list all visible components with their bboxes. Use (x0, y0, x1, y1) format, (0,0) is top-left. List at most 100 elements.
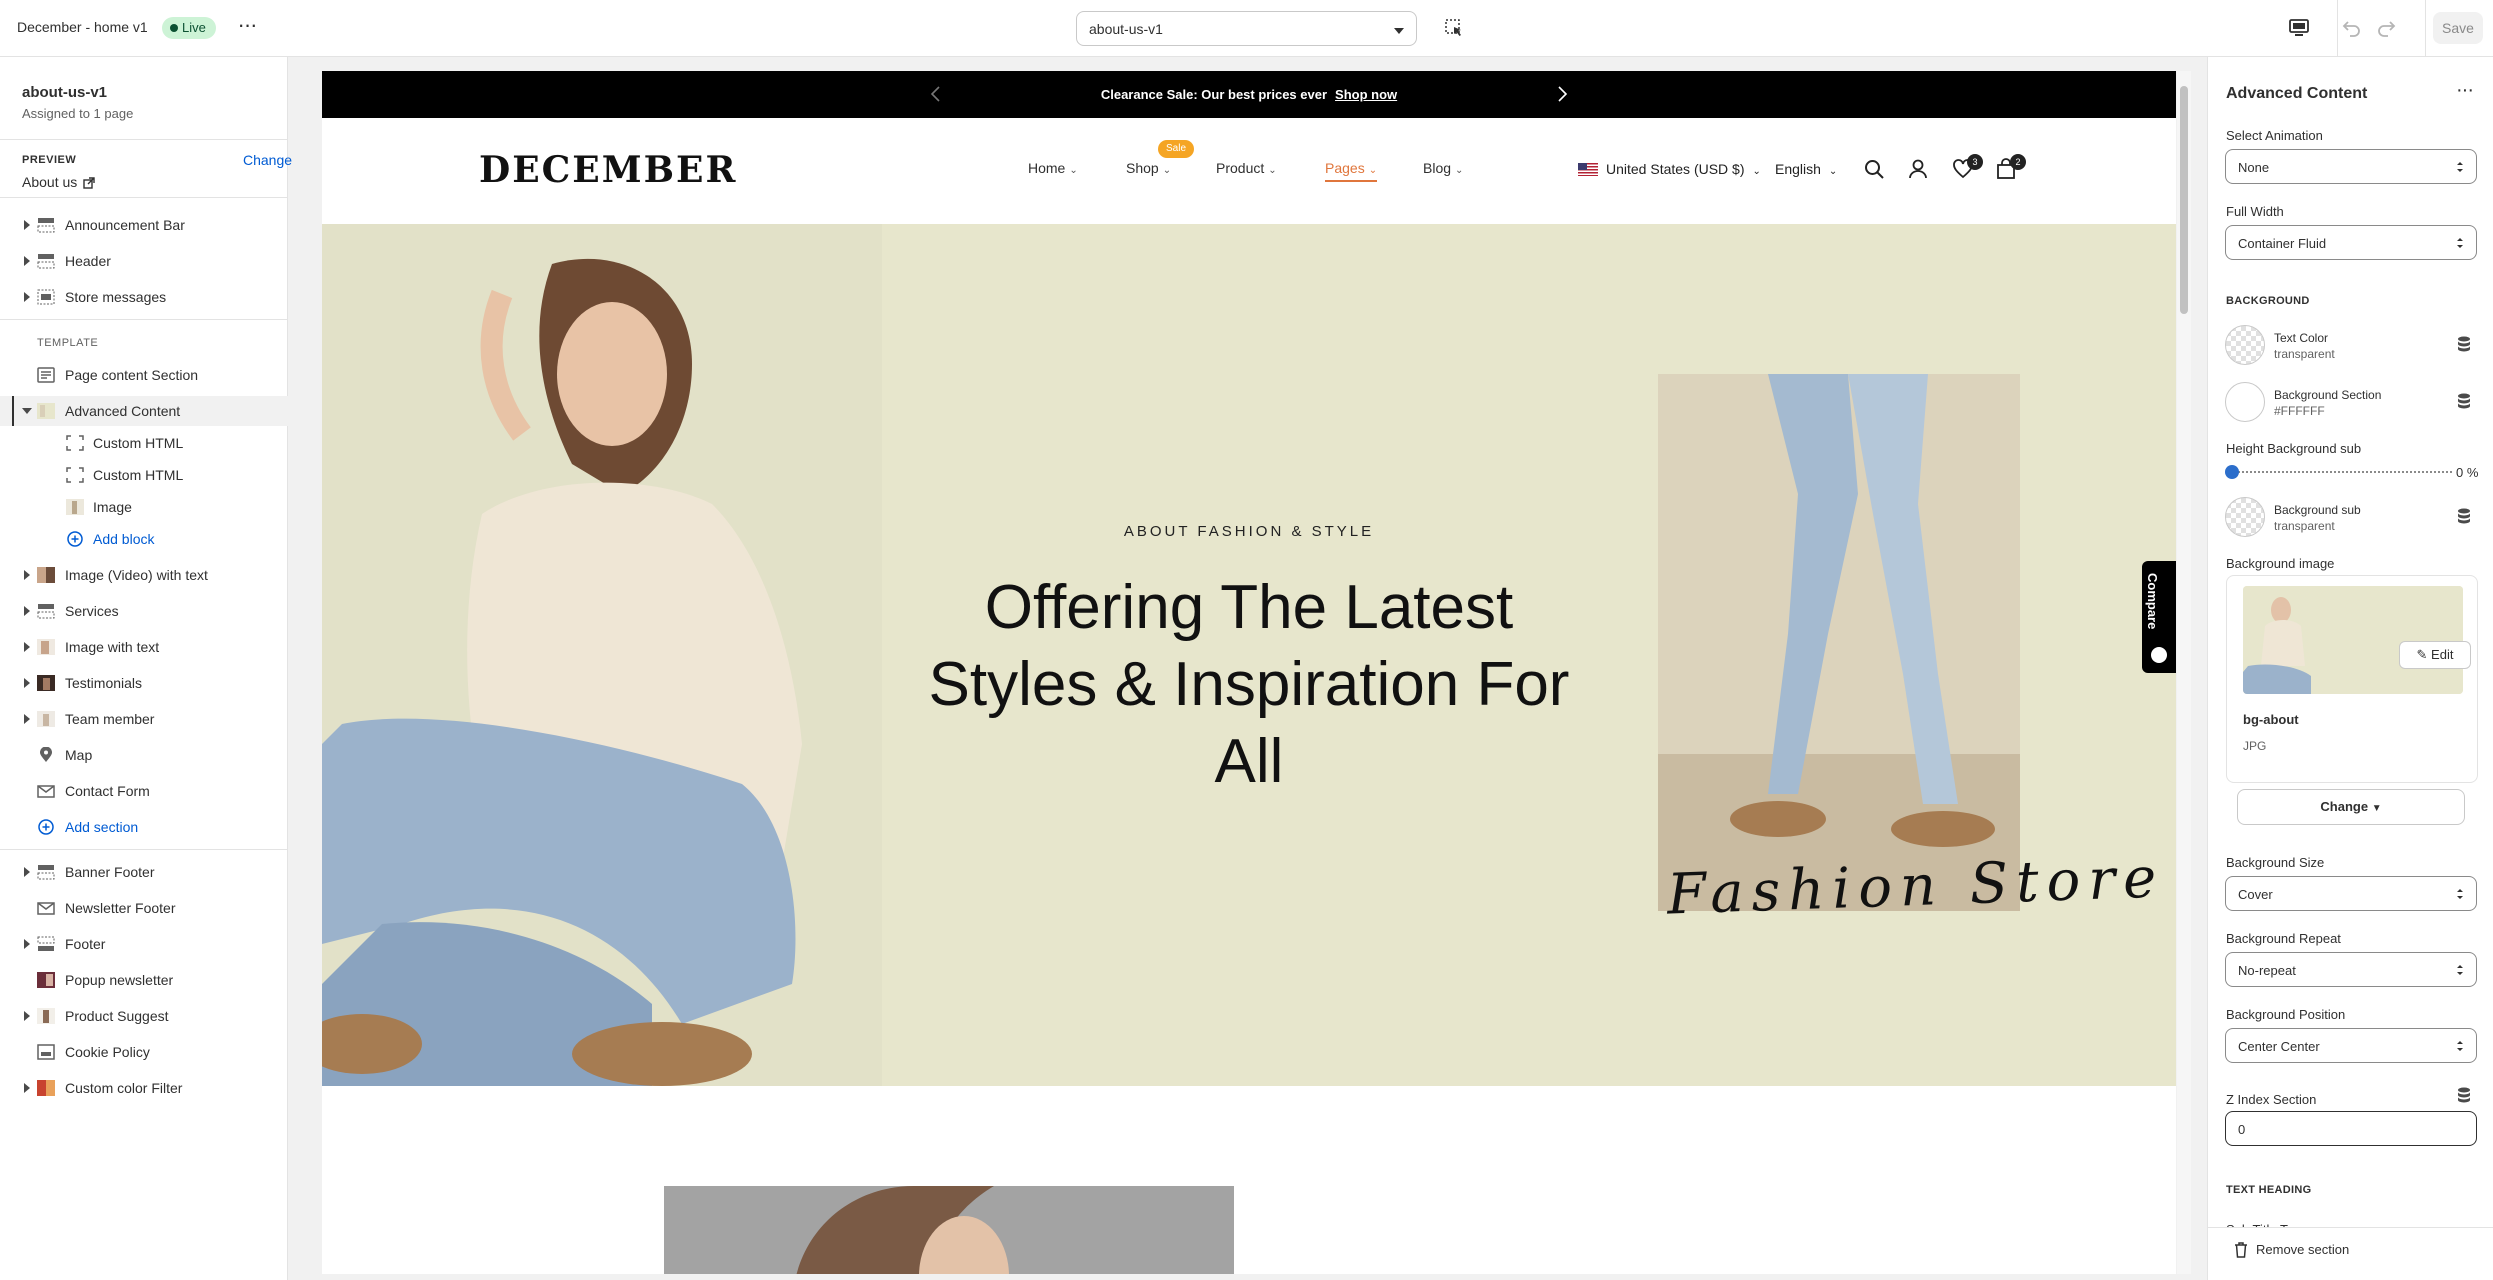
language-selector[interactable]: English ⌄ (1775, 161, 1837, 177)
next-section-image (664, 1186, 1234, 1274)
section-settings-panel: Advanced Content ··· Select Animation No… (2207, 57, 2493, 1280)
collapse-arrow-icon[interactable] (22, 408, 32, 414)
sale-badge: Sale (1158, 140, 1195, 158)
search-icon[interactable] (1863, 158, 1885, 180)
announcement-message: Clearance Sale: Our best prices ever (1100, 87, 1328, 102)
expand-arrow-icon[interactable] (24, 570, 30, 580)
add-section-button[interactable]: Add section (0, 812, 288, 842)
section-cookie-policy[interactable]: Cookie Policy (0, 1037, 288, 1067)
inspector-select-icon[interactable] (1444, 18, 1464, 38)
background-position-dropdown[interactable]: Center Center (2225, 1028, 2477, 1063)
announcement-bar: Clearance Sale: Our best prices ever Shop… (322, 71, 2176, 118)
expand-arrow-icon[interactable] (24, 939, 30, 949)
dynamic-source-icon[interactable] (2457, 508, 2471, 524)
z-index-input[interactable]: 0 (2225, 1111, 2477, 1146)
nav-label: Shop (1126, 160, 1159, 176)
section-footer[interactable]: Footer (0, 929, 288, 959)
editor-topbar: December - home v1 Live ··· about-us-v1 … (0, 0, 2493, 57)
full-width-dropdown[interactable]: Container Fluid (2225, 225, 2477, 260)
change-image-button[interactable]: Change ▼ (2237, 789, 2465, 825)
nav-blog[interactable]: Blog ⌄ (1423, 160, 1463, 176)
background-size-dropdown[interactable]: Cover (2225, 876, 2477, 911)
height-bg-sub-slider-handle[interactable] (2225, 465, 2239, 479)
section-header[interactable]: Header (0, 246, 288, 276)
section-testimonials[interactable]: Testimonials (0, 668, 288, 698)
expand-arrow-icon[interactable] (24, 678, 30, 688)
section-services[interactable]: Services (0, 596, 288, 626)
expand-arrow-icon[interactable] (24, 256, 30, 266)
nav-label: Product (1216, 160, 1265, 176)
undo-icon[interactable] (2340, 16, 2364, 40)
section-banner-footer[interactable]: Banner Footer (0, 857, 288, 887)
section-announcement-bar[interactable]: Announcement Bar (0, 210, 288, 240)
section-contact-form[interactable]: Contact Form (0, 776, 288, 806)
preview-page-link[interactable]: About us (22, 174, 95, 190)
height-bg-sub-label: Height Background sub (2226, 441, 2362, 456)
section-popup-newsletter[interactable]: Popup newsletter (0, 965, 288, 995)
compare-tab[interactable]: Compare (2142, 561, 2176, 673)
wishlist-count: 3 (1967, 154, 1983, 170)
preview-label: PREVIEW (22, 154, 77, 166)
expand-arrow-icon[interactable] (24, 867, 30, 877)
section-label: Testimonials (65, 675, 143, 691)
block-image[interactable]: Image (0, 492, 288, 522)
section-product-suggest[interactable]: Product Suggest (0, 1001, 288, 1031)
divider (0, 319, 288, 320)
height-bg-sub-slider-track[interactable] (2227, 471, 2452, 475)
expand-arrow-icon[interactable] (24, 1083, 30, 1093)
background-repeat-dropdown[interactable]: No-repeat (2225, 952, 2477, 987)
chevron-down-icon (1394, 28, 1404, 34)
section-team-member[interactable]: Team member (0, 704, 288, 734)
expand-arrow-icon[interactable] (24, 606, 30, 616)
desktop-preview-icon[interactable] (2288, 17, 2310, 39)
currency-selector[interactable]: United States (USD $) ⌄ (1578, 161, 1761, 177)
preview-scrollbar-thumb[interactable] (2180, 86, 2188, 314)
section-store-messages[interactable]: Store messages (0, 282, 288, 312)
nav-shop[interactable]: Shop ⌄ (1126, 160, 1171, 176)
nav-pages[interactable]: Pages ⌄ (1325, 160, 1378, 182)
select-animation-dropdown[interactable]: None (2225, 149, 2477, 184)
expand-arrow-icon[interactable] (24, 642, 30, 652)
background-sub-swatch[interactable] (2225, 497, 2265, 537)
block-custom-html-1[interactable]: Custom HTML (0, 428, 288, 458)
expand-arrow-icon[interactable] (24, 292, 30, 302)
shop-now-link[interactable]: Shop now (1335, 87, 1397, 102)
save-button[interactable]: Save (2433, 12, 2483, 44)
change-preview-link[interactable]: Change (243, 152, 292, 168)
section-label: Footer (65, 936, 106, 952)
section-image-with-text[interactable]: Image with text (0, 632, 288, 662)
redo-icon[interactable] (2374, 16, 2398, 40)
text-color-swatch[interactable] (2225, 325, 2265, 365)
account-icon[interactable] (1907, 158, 1929, 180)
section-page-content[interactable]: Page content Section (0, 360, 288, 390)
add-block-button[interactable]: Add block (0, 524, 288, 554)
section-map[interactable]: Map (0, 740, 288, 770)
trash-icon (2235, 1242, 2247, 1258)
more-options-icon[interactable]: ··· (2456, 79, 2474, 102)
dynamic-source-icon[interactable] (2457, 1087, 2471, 1103)
section-custom-color-filter[interactable]: Custom color Filter (0, 1073, 288, 1103)
remove-section-button[interactable]: Remove section (2208, 1227, 2493, 1280)
block-custom-html-2[interactable]: Custom HTML (0, 460, 288, 490)
section-image-video-with-text[interactable]: Image (Video) with text (0, 560, 288, 590)
edit-image-button[interactable]: ✎ Edit (2399, 641, 2471, 669)
store-logo[interactable]: DECEMBER (479, 149, 737, 191)
expand-arrow-icon[interactable] (24, 220, 30, 230)
section-label: Contact Form (65, 783, 150, 799)
background-section-swatch[interactable] (2225, 382, 2265, 422)
section-label: Cookie Policy (65, 1044, 150, 1060)
background-image-thumbnail[interactable] (2243, 586, 2463, 694)
page-selector[interactable]: about-us-v1 (1076, 11, 1417, 46)
external-link-icon (83, 177, 95, 189)
chevron-right-icon[interactable] (1552, 84, 1572, 104)
dynamic-source-icon[interactable] (2457, 336, 2471, 352)
more-actions-icon[interactable]: ··· (236, 13, 258, 43)
dynamic-source-icon[interactable] (2457, 393, 2471, 409)
expand-arrow-icon[interactable] (24, 714, 30, 724)
nav-product[interactable]: Product ⌄ (1216, 160, 1277, 176)
section-advanced-content[interactable]: Advanced Content (0, 396, 288, 426)
nav-home[interactable]: Home ⌄ (1028, 160, 1078, 176)
section-newsletter-footer[interactable]: Newsletter Footer (0, 893, 288, 923)
expand-arrow-icon[interactable] (24, 1011, 30, 1021)
section-label: Banner Footer (65, 864, 155, 880)
